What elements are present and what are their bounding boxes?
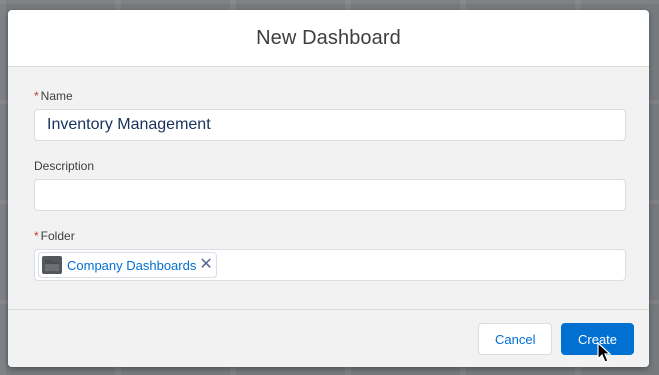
folder-field: * Folder Company Dashboards ✕ [34,211,626,281]
dialog-body: * Name Inventory Management Description *… [8,67,649,310]
required-marker: * [34,229,39,243]
new-dashboard-dialog: New Dashboard * Name Inventory Management… [8,10,649,367]
name-input[interactable]: Inventory Management [34,109,626,141]
folder-pill[interactable]: Company Dashboards ✕ [38,252,217,278]
folder-pill-label[interactable]: Company Dashboards [67,258,196,273]
cancel-button[interactable]: Cancel [478,323,552,355]
description-label: Description [34,159,95,173]
close-icon[interactable]: ✕ [199,257,212,273]
required-marker: * [34,89,39,103]
dialog-header: New Dashboard [8,10,649,67]
name-label-text: Name [40,89,73,103]
description-input[interactable] [34,179,626,211]
dialog-footer: Cancel Create [8,310,649,367]
description-field: Description [34,141,626,211]
name-field: * Name Inventory Management [34,67,626,141]
name-input-value: Inventory Management [47,116,211,133]
create-button[interactable]: Create [561,323,634,355]
name-label: * Name [34,89,626,103]
folder-label-text: Folder [40,229,75,243]
folder-label: * Folder [34,229,626,243]
folder-lookup-input[interactable]: Company Dashboards ✕ [34,249,626,281]
dialog-title: New Dashboard [256,26,401,49]
folder-icon [42,256,62,274]
